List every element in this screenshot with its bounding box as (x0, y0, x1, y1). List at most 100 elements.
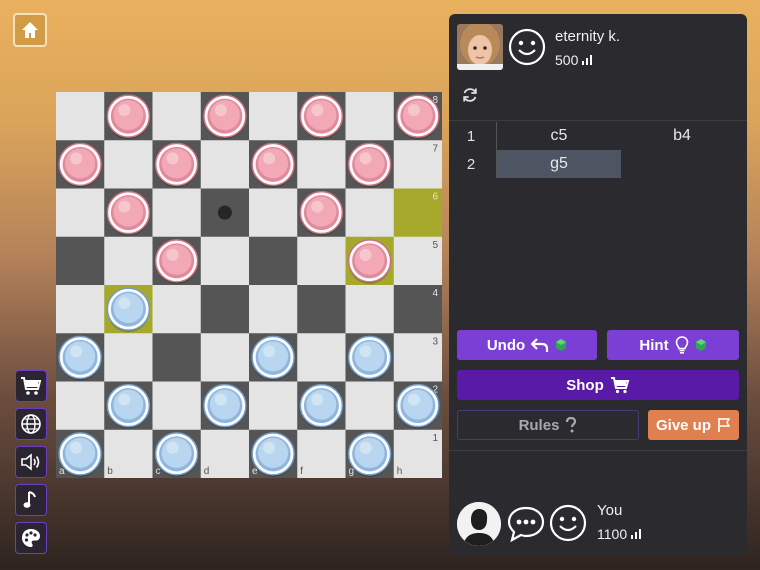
board-square[interactable] (152, 333, 202, 382)
board-square[interactable] (104, 140, 153, 189)
home-button[interactable] (13, 13, 47, 47)
board-square[interactable] (200, 333, 250, 382)
game-panel: eternity k. 500 1 c5 b4 2 g5 Undo Hint S… (449, 14, 747, 555)
home-icon (22, 22, 38, 38)
blue-checker-piece[interactable] (58, 335, 102, 381)
player-smiley-icon[interactable] (549, 504, 587, 542)
board-square[interactable] (200, 236, 250, 286)
shop-button[interactable]: Shop (457, 370, 739, 400)
board-square[interactable] (345, 92, 395, 141)
opponent-rating: 500 (555, 52, 593, 68)
move-white[interactable]: g5 (496, 150, 621, 178)
rank-label: 5 (432, 240, 438, 251)
board-square[interactable] (297, 333, 346, 382)
board-square[interactable] (345, 285, 395, 334)
board-square[interactable] (104, 236, 153, 286)
undo-button[interactable]: Undo (457, 330, 597, 360)
pink-checker-piece[interactable] (299, 190, 344, 236)
pink-checker-piece[interactable] (154, 239, 199, 284)
board-square[interactable] (297, 140, 346, 189)
music-button[interactable] (15, 484, 47, 516)
lightbulb-icon (675, 336, 688, 354)
pink-checker-piece[interactable] (396, 94, 440, 140)
pink-checker-piece[interactable] (106, 190, 151, 236)
pink-checker-piece[interactable] (58, 142, 102, 188)
board-square[interactable] (297, 285, 346, 334)
blue-checker-piece[interactable] (396, 383, 440, 429)
give-up-button[interactable]: Give up (648, 410, 739, 440)
opponent-smiley-icon[interactable] (508, 28, 546, 66)
refresh-icon[interactable] (461, 86, 479, 104)
move-black[interactable]: b4 (620, 122, 744, 150)
pink-checker-piece[interactable] (154, 142, 199, 188)
chat-bubble-icon[interactable] (506, 505, 546, 543)
board-square[interactable] (104, 333, 153, 382)
pink-checker-piece[interactable] (347, 239, 392, 284)
blue-checker-piece[interactable] (299, 383, 344, 429)
blue-checker-piece[interactable] (58, 432, 102, 477)
cart-icon (610, 377, 630, 394)
checkers-board[interactable]: 87654321abcdefgh (56, 92, 442, 478)
blue-checker-piece[interactable] (347, 335, 392, 381)
board-square[interactable] (345, 188, 395, 238)
player-avatar (457, 502, 501, 546)
board-square[interactable] (345, 381, 395, 431)
rules-button[interactable]: Rules (457, 410, 639, 440)
board-square[interactable] (249, 92, 298, 141)
board-square[interactable] (249, 188, 298, 238)
theme-button[interactable] (15, 522, 47, 554)
file-label: d (204, 466, 210, 477)
rank-label: 1 (432, 433, 438, 444)
blue-checker-piece[interactable] (251, 335, 295, 381)
board-square[interactable] (249, 236, 298, 286)
board-square[interactable] (56, 236, 105, 286)
board-square[interactable] (56, 381, 105, 431)
blue-checker-piece[interactable] (154, 432, 199, 477)
player-rating-value: 1100 (597, 526, 628, 542)
board-square[interactable] (200, 140, 250, 189)
undo-arrow-icon (531, 338, 549, 352)
pink-checker-piece[interactable] (106, 94, 151, 140)
gem-icon (556, 339, 567, 351)
board-square[interactable] (56, 188, 105, 238)
pink-checker-piece[interactable] (251, 142, 295, 188)
board-square[interactable] (152, 285, 202, 334)
move-black[interactable] (620, 150, 744, 178)
flag-icon (718, 418, 731, 432)
hint-button[interactable]: Hint (607, 330, 739, 360)
pink-checker-piece[interactable] (299, 94, 344, 140)
shop-label: Shop (566, 376, 604, 394)
rank-label: 6 (432, 192, 438, 203)
board-square[interactable] (152, 92, 202, 141)
rating-bars-icon (631, 529, 642, 539)
language-button[interactable] (15, 408, 47, 440)
board-square[interactable] (249, 285, 298, 334)
blue-checker-piece[interactable] (203, 383, 247, 429)
rank-label: 3 (432, 336, 438, 347)
cart-icon (21, 377, 42, 395)
blue-checker-piece[interactable] (106, 383, 151, 429)
rules-label: Rules (518, 416, 560, 434)
board-square[interactable] (56, 285, 105, 334)
pink-checker-piece[interactable] (347, 142, 392, 188)
board-square[interactable] (152, 188, 202, 238)
undo-label: Undo (486, 336, 526, 354)
blue-checker-piece[interactable] (251, 432, 295, 477)
shop-cart-button[interactable] (15, 370, 47, 402)
sound-button[interactable] (15, 446, 47, 478)
board-square[interactable] (249, 381, 298, 431)
file-label: b (107, 466, 113, 477)
blue-checker-piece[interactable] (106, 287, 151, 333)
pink-checker-piece[interactable] (203, 94, 247, 140)
rating-bars-icon (582, 55, 593, 65)
move-target-dot[interactable] (217, 205, 232, 220)
board-square[interactable] (56, 92, 105, 141)
board-square[interactable] (297, 236, 346, 286)
board-square[interactable] (297, 429, 346, 478)
palette-icon (22, 529, 40, 547)
rank-label: 4 (432, 288, 438, 299)
board-square[interactable] (200, 285, 250, 334)
board-square[interactable] (152, 381, 202, 431)
blue-checker-piece[interactable] (347, 432, 392, 477)
move-white[interactable]: c5 (496, 122, 621, 150)
